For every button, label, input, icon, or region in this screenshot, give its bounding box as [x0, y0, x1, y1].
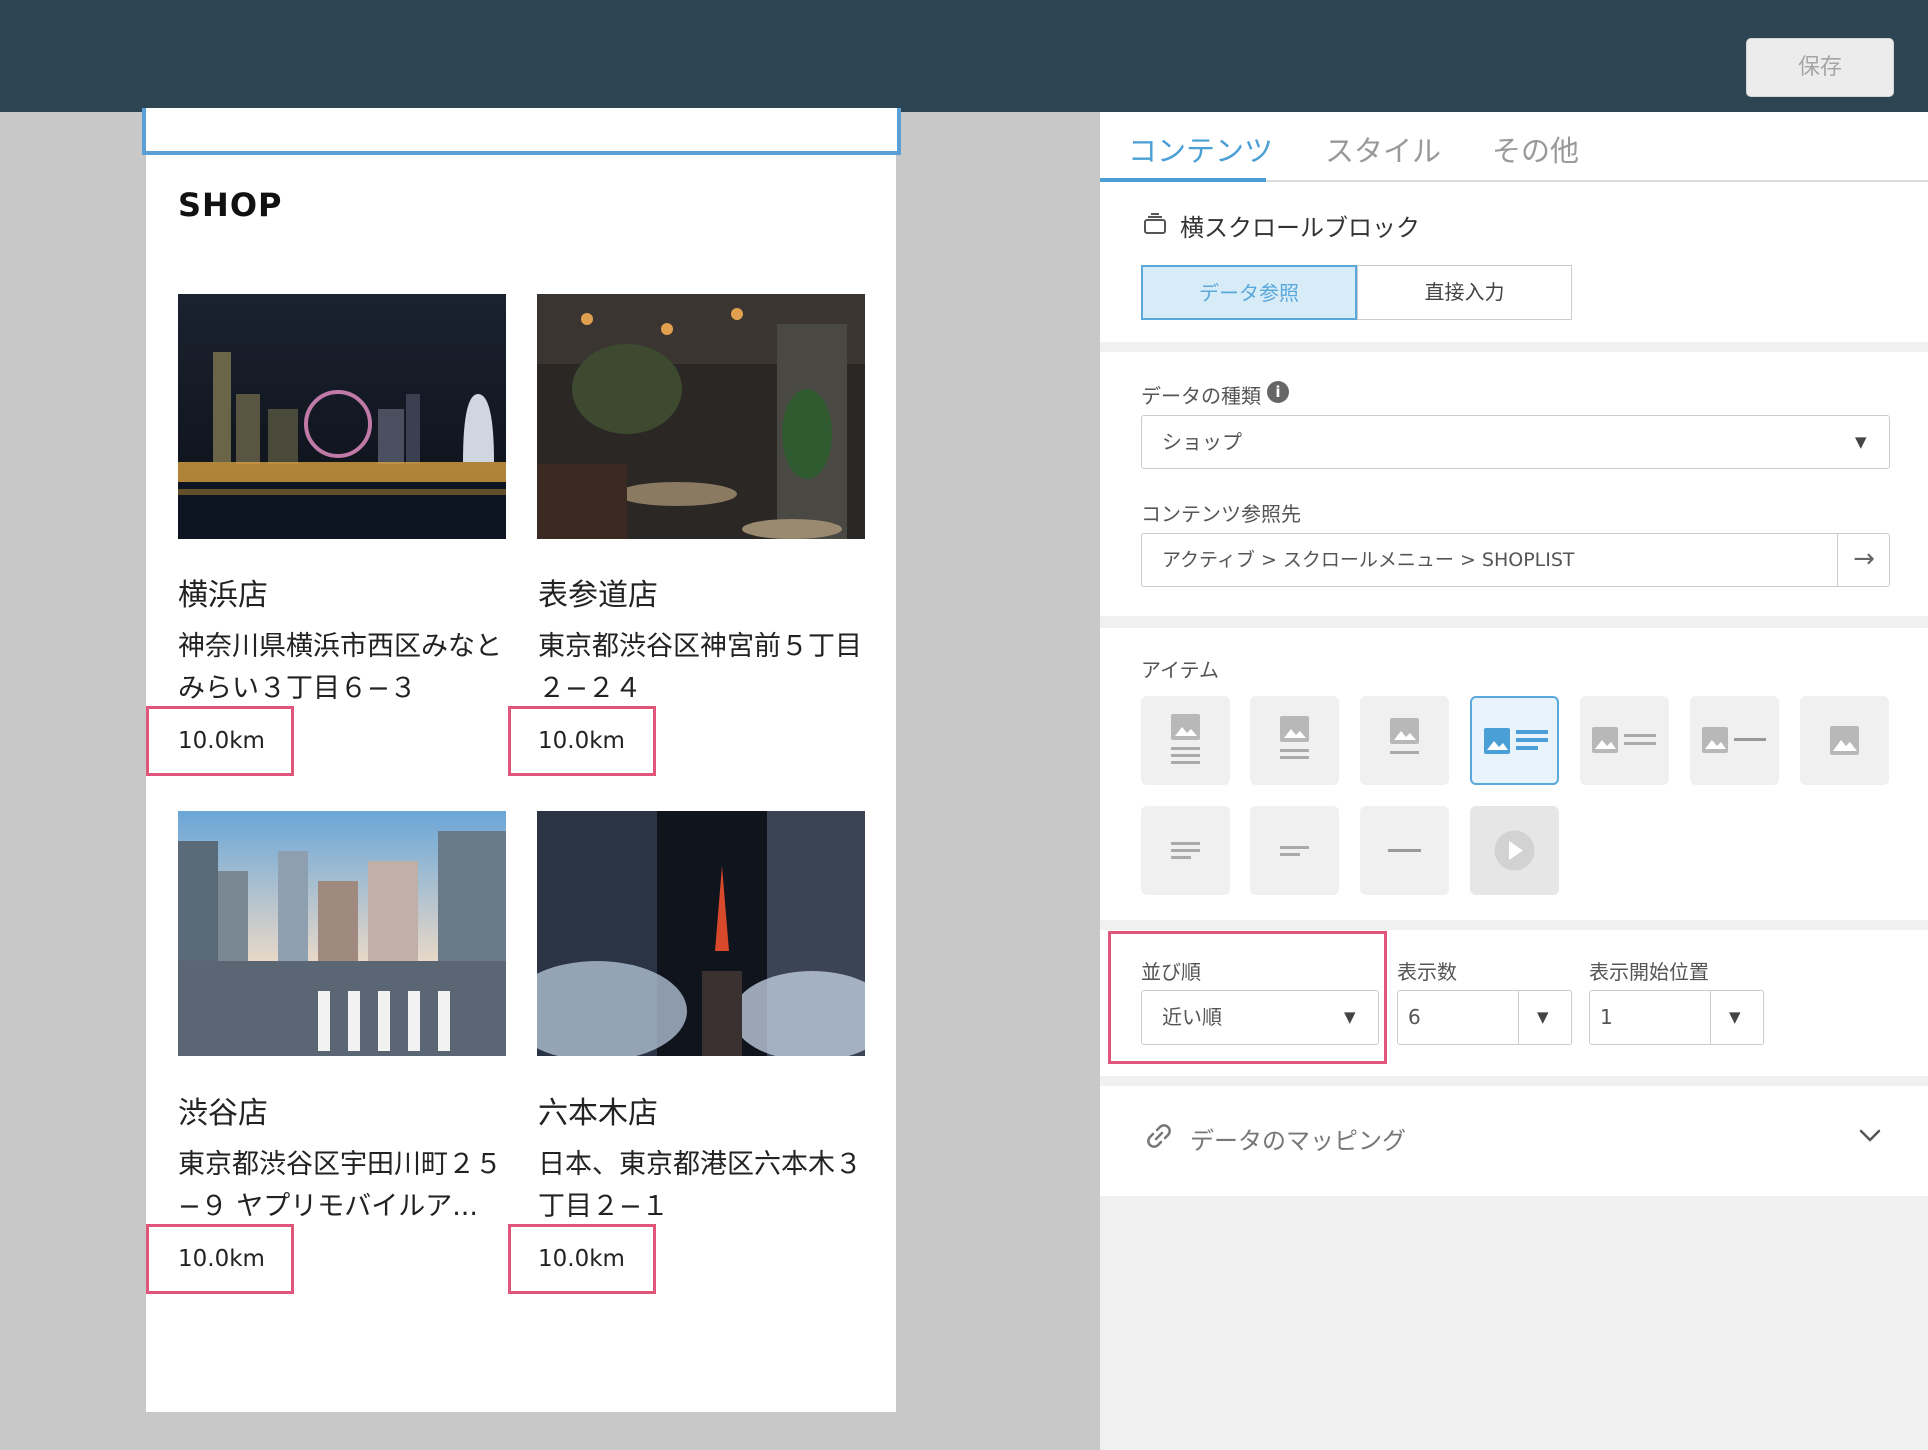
text-two-lines-icon[interactable] [1250, 806, 1339, 895]
count-label: 表示数 [1397, 960, 1457, 984]
link-icon [1143, 1120, 1175, 1152]
info-icon[interactable]: i [1267, 381, 1289, 403]
distance-highlight-box [508, 1224, 656, 1294]
caret-down-icon: ▼ [1729, 1008, 1741, 1026]
image-only-icon[interactable] [1800, 696, 1889, 785]
distance-highlight-box [508, 706, 656, 776]
order-select[interactable]: 近い順 ▼ [1141, 990, 1379, 1045]
shop-address: 日本、東京都港区六本木３丁目２−１ [538, 1149, 862, 1222]
image-top-three-lines-icon[interactable] [1141, 696, 1230, 785]
caret-down-icon: ▼ [1537, 1008, 1549, 1026]
select-divider [1710, 991, 1711, 1044]
shop-name: 横浜店 [178, 578, 268, 613]
shop-image-omotesando[interactable] [537, 294, 865, 539]
image-left-text-lines-icon[interactable] [1470, 696, 1559, 785]
start-value: 1 [1600, 1005, 1613, 1029]
count-select[interactable]: 6 ▼ [1397, 990, 1572, 1045]
text-three-lines-icon[interactable] [1141, 806, 1230, 895]
items-label: アイテム [1141, 658, 1219, 682]
shop-image-roppongi[interactable] [537, 811, 865, 1056]
content-ref-label: コンテンツ参照先 [1141, 502, 1301, 526]
tab-content[interactable]: コンテンツ [1128, 128, 1273, 170]
tab-style[interactable]: スタイル [1325, 128, 1441, 170]
shop-section-title: SHOP [178, 186, 283, 224]
caret-down-icon: ▼ [1855, 433, 1867, 451]
tab-other[interactable]: その他 [1492, 128, 1579, 170]
shop-name: 六本木店 [538, 1096, 658, 1131]
image-top-one-line-icon[interactable] [1360, 696, 1449, 785]
top-bar [0, 0, 1928, 112]
start-label: 表示開始位置 [1589, 960, 1709, 984]
save-button[interactable]: 保存 [1746, 38, 1894, 97]
data-type-select[interactable]: ショップ ▼ [1141, 415, 1890, 469]
order-value: 近い順 [1162, 1005, 1222, 1029]
shop-name: 表参道店 [538, 578, 658, 613]
shop-address: 東京都渋谷区宇田川町２５−９ ヤプリモバイルア... [178, 1149, 502, 1222]
distance-highlight-box [146, 706, 294, 776]
data-reference-toggle[interactable]: データ参照 [1141, 265, 1357, 320]
block-title: 横スクロールブロック [1180, 214, 1420, 242]
order-label: 並び順 [1141, 960, 1201, 984]
data-type-value: ショップ [1162, 430, 1242, 454]
direct-input-toggle[interactable]: 直接入力 [1357, 265, 1572, 320]
shop-address: 神奈川県横浜市西区みなとみらい３丁目６−３ [178, 631, 502, 704]
text-one-line-icon[interactable] [1360, 806, 1449, 895]
caret-down-icon: ▼ [1344, 1008, 1356, 1026]
count-value: 6 [1408, 1005, 1421, 1029]
image-left-two-lines-icon[interactable] [1580, 696, 1669, 785]
selected-previous-block[interactable] [142, 108, 901, 155]
data-mapping-label[interactable]: データのマッピング [1190, 1121, 1406, 1156]
shop-address: 東京都渋谷区神宮前５丁目２−２４ [538, 631, 862, 704]
video-play-icon[interactable] [1470, 806, 1559, 895]
arrow-right-icon[interactable]: → [1837, 533, 1890, 587]
content-ref-value: アクティブ > スクロールメニュー > SHOPLIST [1162, 549, 1575, 571]
data-type-label: データの種類 [1141, 384, 1261, 408]
select-divider [1518, 991, 1519, 1044]
chevron-down-icon[interactable] [1855, 1120, 1885, 1150]
image-top-two-lines-icon[interactable] [1250, 696, 1339, 785]
shop-name: 渋谷店 [178, 1096, 268, 1131]
distance-highlight-box [146, 1224, 294, 1294]
image-left-one-line-icon[interactable] [1690, 696, 1779, 785]
stack-icon [1143, 213, 1167, 235]
shop-image-yokohama[interactable] [178, 294, 506, 539]
shop-image-shibuya[interactable] [178, 811, 506, 1056]
start-select[interactable]: 1 ▼ [1589, 990, 1764, 1045]
chevron-down-icon[interactable]: ﹀ [618, 0, 638, 12]
tab-divider [1266, 180, 1928, 182]
tab-active-indicator [1100, 178, 1266, 182]
content-ref-field[interactable]: アクティブ > スクロールメニュー > SHOPLIST [1141, 533, 1890, 587]
